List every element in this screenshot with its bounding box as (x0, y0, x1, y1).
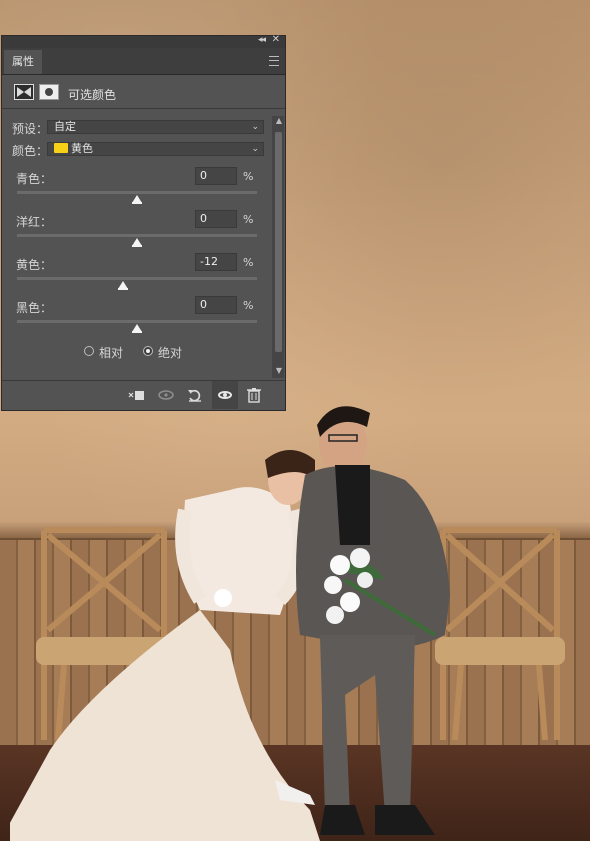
cyan-value-input[interactable]: 0 (195, 167, 237, 185)
view-previous-state-icon[interactable] (157, 387, 175, 403)
preset-dropdown[interactable]: 自定 ⌄ (47, 120, 264, 134)
black-slider-track[interactable] (17, 320, 257, 323)
adjustment-layer-icon[interactable] (14, 84, 34, 100)
absolute-radio[interactable] (143, 346, 153, 356)
panel-title-bar[interactable]: ◂◂ ✕ (2, 34, 285, 48)
scroll-down-icon[interactable]: ▼ (276, 366, 282, 375)
close-panel-icon[interactable]: ✕ (272, 34, 280, 45)
cyan-slider-thumb[interactable] (132, 195, 142, 204)
trash-icon[interactable] (245, 387, 263, 403)
panel-tab-row: 属性 (2, 48, 285, 75)
panel-menu-icon[interactable] (269, 56, 279, 66)
colors-label: 颜色： (12, 144, 49, 158)
black-value-input[interactable]: 0 (195, 296, 237, 314)
absolute-label[interactable]: 绝对 (158, 344, 182, 361)
chevron-down-icon: ⌄ (251, 144, 259, 154)
slider-label-yellow: 黄色： (16, 258, 53, 272)
black-slider-thumb[interactable] (132, 324, 142, 333)
magenta-slider-thumb[interactable] (132, 238, 142, 247)
relative-radio[interactable] (84, 346, 94, 356)
reset-icon[interactable] (186, 387, 204, 403)
cyan-slider-track[interactable] (17, 191, 257, 194)
adjustment-title: 可选颜色 (68, 88, 117, 102)
relative-label[interactable]: 相对 (99, 344, 123, 361)
slider-label-magenta: 洋红： (16, 215, 53, 229)
magenta-slider-track[interactable] (17, 234, 257, 237)
yellow-unit: % (243, 256, 254, 269)
scroll-up-icon[interactable]: ▲ (276, 116, 282, 125)
magenta-value-input[interactable]: 0 (195, 210, 237, 228)
cyan-unit: % (243, 170, 254, 183)
slider-label-cyan: 青色： (16, 172, 53, 186)
white-rose-bouquet (324, 548, 437, 637)
preset-label: 预设： (12, 122, 49, 136)
scrollbar-thumb[interactable] (275, 132, 282, 352)
slider-label-black: 黑色： (16, 301, 53, 315)
clip-to-layer-icon[interactable] (127, 387, 145, 403)
layer-mask-icon[interactable] (39, 84, 59, 100)
yellow-slider-track[interactable] (17, 277, 257, 280)
visibility-eye-icon[interactable] (212, 381, 238, 409)
preset-value: 自定 (54, 120, 76, 133)
properties-panel: ◂◂ ✕ 属性 可选颜色 预设： 自定 ⌄ 颜色： 黄色 ⌄ 青色： 0 % 洋… (1, 34, 286, 411)
collapse-panel-icon[interactable]: ◂◂ (258, 35, 266, 45)
yellow-swatch-icon (54, 143, 68, 153)
magenta-unit: % (243, 213, 254, 226)
black-unit: % (243, 299, 254, 312)
chevron-down-icon: ⌄ (251, 122, 259, 132)
colors-dropdown[interactable]: 黄色 ⌄ (47, 142, 264, 156)
colors-value: 黄色 (71, 142, 93, 155)
tab-properties[interactable]: 属性 (4, 50, 42, 74)
yellow-value-input[interactable]: -12 (195, 253, 237, 271)
yellow-slider-thumb[interactable] (117, 281, 128, 290)
bride-figure (10, 450, 320, 841)
